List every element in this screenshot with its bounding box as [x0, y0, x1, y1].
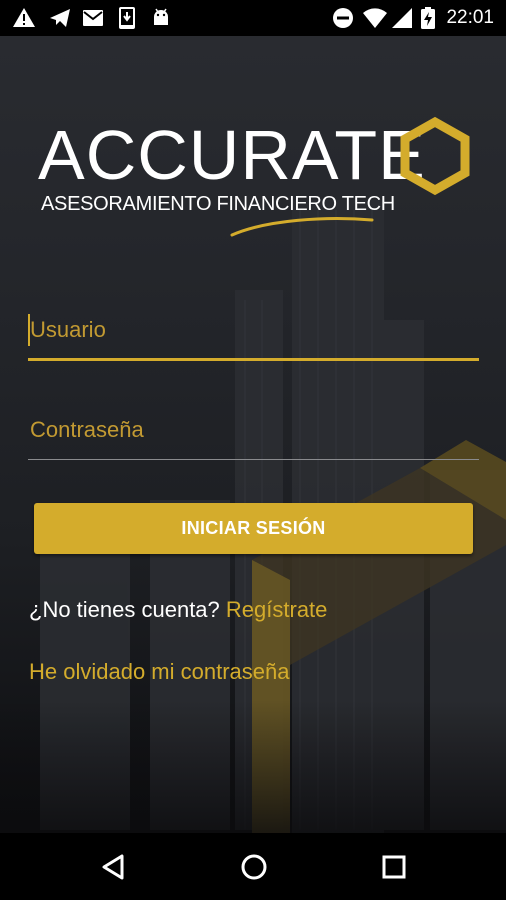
- username-input[interactable]: [28, 310, 479, 350]
- password-field-group: [28, 410, 479, 460]
- download-icon: [119, 7, 135, 29]
- logo-swoosh: [230, 217, 374, 237]
- android-icon: [154, 8, 168, 25]
- password-underline: [28, 459, 479, 460]
- logo-title: ACCURATE: [38, 116, 426, 194]
- warning-icon: [13, 8, 35, 27]
- send-icon: [50, 9, 70, 27]
- recents-icon[interactable]: [376, 849, 412, 885]
- signup-row: ¿No tienes cuenta? Regístrate: [29, 597, 327, 623]
- forgot-password-link[interactable]: He olvidado mi contraseña: [29, 659, 289, 685]
- password-input[interactable]: [28, 410, 479, 450]
- back-icon[interactable]: [96, 849, 132, 885]
- wifi-icon: [363, 8, 387, 28]
- status-bar: 22:01: [0, 0, 506, 36]
- navigation-bar: [0, 833, 506, 900]
- username-field-group: [28, 310, 479, 361]
- username-underline: [28, 358, 479, 361]
- mail-icon: [83, 10, 103, 26]
- login-screen: 22:01 ACCURATE ASESORAMIENTO FINANCIERO …: [0, 0, 506, 900]
- login-button[interactable]: INICIAR SESIÓN: [34, 503, 473, 554]
- hexagon-logo-icon: [400, 116, 470, 196]
- text-cursor: [28, 314, 30, 346]
- signup-question: ¿No tienes cuenta?: [29, 597, 220, 622]
- signup-link[interactable]: Regístrate: [226, 597, 328, 622]
- do-not-disturb-icon: [333, 8, 353, 28]
- signal-icon: [392, 8, 412, 28]
- battery-charging-icon: [421, 7, 435, 29]
- status-time: 22:01: [446, 7, 494, 28]
- home-icon[interactable]: [236, 849, 272, 885]
